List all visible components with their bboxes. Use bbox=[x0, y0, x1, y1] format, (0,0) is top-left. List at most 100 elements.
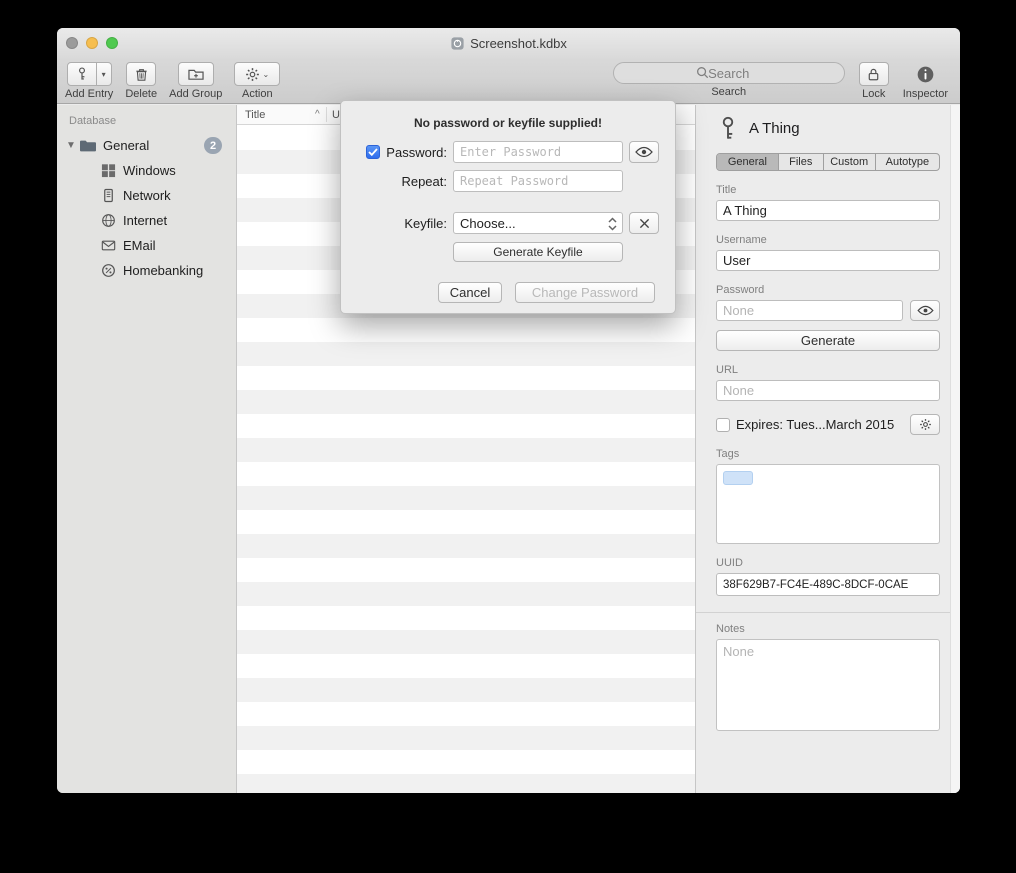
expires-label: Expires: Tues...March 2015 bbox=[736, 417, 894, 432]
tab-custom[interactable]: Custom bbox=[824, 154, 876, 170]
uuid-label: UUID bbox=[716, 557, 940, 569]
add-entry-button[interactable] bbox=[67, 62, 97, 86]
keyfile-label: Keyfile: bbox=[404, 216, 447, 231]
sidebar-item-internet[interactable]: Internet bbox=[57, 208, 236, 233]
inspector-label: Inspector bbox=[903, 88, 948, 100]
add-entry-dropdown[interactable]: ▾ bbox=[97, 62, 112, 86]
username-label: Username bbox=[716, 234, 940, 246]
sidebar: Database ▼ General 2 Windows Networ bbox=[57, 105, 237, 793]
action-button[interactable]: ⌄ bbox=[234, 62, 280, 86]
app-window: Screenshot.kdbx ▾ Add Entry bbox=[57, 28, 960, 793]
password-field[interactable] bbox=[716, 300, 903, 321]
globe-icon bbox=[101, 213, 116, 228]
change-password-dialog: No password or keyfile supplied! Passwor… bbox=[340, 100, 676, 314]
folder-plus-icon bbox=[187, 67, 205, 82]
inspector-panel: A Thing General Files Custom Autotype Ti… bbox=[695, 105, 960, 793]
title-label: Title bbox=[716, 184, 940, 196]
toolbar: ▾ Add Entry Delete Add Group bbox=[57, 58, 960, 104]
clear-keyfile-button[interactable] bbox=[629, 212, 659, 234]
cancel-button[interactable]: Cancel bbox=[438, 282, 502, 303]
add-group-button[interactable] bbox=[178, 62, 214, 86]
keyfile-select[interactable]: Choose... bbox=[453, 212, 623, 234]
sidebar-group-general[interactable]: ▼ General 2 bbox=[57, 133, 236, 158]
window-title: Screenshot.kdbx bbox=[470, 36, 567, 51]
network-icon bbox=[101, 188, 116, 203]
tab-autotype[interactable]: Autotype bbox=[876, 154, 939, 170]
app-icon bbox=[450, 36, 465, 51]
tag-token[interactable] bbox=[723, 471, 753, 485]
search-input[interactable] bbox=[613, 62, 845, 84]
tags-field[interactable] bbox=[716, 464, 940, 544]
traffic-lights bbox=[66, 37, 118, 49]
tab-general[interactable]: General bbox=[717, 154, 779, 170]
percent-coin-icon bbox=[101, 263, 116, 278]
expires-checkbox[interactable] bbox=[716, 418, 730, 432]
inspector-tabs: General Files Custom Autotype bbox=[716, 153, 940, 171]
keyfile-selected-value: Choose... bbox=[460, 216, 516, 231]
inspector-scrollbar[interactable] bbox=[950, 105, 960, 793]
close-button[interactable] bbox=[66, 37, 78, 49]
sidebar-item-email[interactable]: EMail bbox=[57, 233, 236, 258]
add-entry-label: Add Entry bbox=[65, 88, 113, 100]
lock-button[interactable] bbox=[859, 62, 889, 86]
sidebar-item-homebanking[interactable]: Homebanking bbox=[57, 258, 236, 283]
column-divider[interactable] bbox=[326, 107, 327, 122]
delete-button[interactable] bbox=[126, 62, 156, 86]
tags-label: Tags bbox=[716, 448, 940, 460]
sidebar-item-windows[interactable]: Windows bbox=[57, 158, 236, 183]
disclosure-triangle-icon[interactable]: ▼ bbox=[63, 140, 79, 151]
sidebar-item-label: Windows bbox=[123, 163, 176, 178]
chevron-down-icon: ▾ bbox=[102, 70, 106, 79]
trash-icon bbox=[134, 67, 149, 82]
uuid-field[interactable] bbox=[716, 573, 940, 596]
dialog-message: No password or keyfile supplied! bbox=[341, 116, 675, 130]
new-password-input[interactable] bbox=[453, 141, 623, 163]
column-header-title[interactable]: Title bbox=[237, 109, 265, 121]
sidebar-header: Database bbox=[57, 111, 236, 133]
change-password-button[interactable]: Change Password bbox=[515, 282, 655, 303]
close-icon bbox=[639, 218, 650, 229]
windows-icon bbox=[101, 163, 116, 178]
tab-files[interactable]: Files bbox=[779, 154, 824, 170]
expiry-settings-button[interactable] bbox=[910, 414, 940, 435]
generate-keyfile-button[interactable]: Generate Keyfile bbox=[453, 242, 623, 262]
generate-password-button[interactable]: Generate bbox=[716, 330, 940, 351]
search-label: Search bbox=[711, 86, 746, 98]
folder-icon bbox=[79, 139, 97, 153]
padlock-icon bbox=[866, 67, 881, 82]
url-field[interactable] bbox=[716, 380, 940, 401]
eye-icon bbox=[917, 305, 934, 316]
inspector-button[interactable] bbox=[916, 62, 935, 86]
password-label: Password: bbox=[386, 145, 447, 160]
sidebar-item-label: EMail bbox=[123, 238, 156, 253]
info-icon bbox=[916, 65, 935, 84]
notes-label: Notes bbox=[716, 623, 940, 635]
sort-ascending-icon: ^ bbox=[315, 109, 320, 120]
sidebar-item-label: Network bbox=[123, 188, 171, 203]
lock-label: Lock bbox=[862, 88, 885, 100]
title-field[interactable] bbox=[716, 200, 940, 221]
add-group-label: Add Group bbox=[169, 88, 222, 100]
check-icon bbox=[368, 148, 378, 156]
password-checkbox[interactable] bbox=[366, 145, 380, 159]
envelope-icon bbox=[101, 238, 116, 253]
url-label: URL bbox=[716, 364, 940, 376]
sidebar-group-label: General bbox=[103, 138, 149, 153]
key-icon bbox=[716, 115, 740, 141]
sidebar-item-label: Internet bbox=[123, 213, 167, 228]
minimize-button[interactable] bbox=[86, 37, 98, 49]
delete-label: Delete bbox=[125, 88, 157, 100]
reveal-password-button[interactable] bbox=[910, 300, 940, 321]
gear-icon bbox=[245, 67, 260, 82]
reveal-password-button[interactable] bbox=[629, 141, 659, 163]
sidebar-item-label: Homebanking bbox=[123, 263, 203, 278]
divider bbox=[696, 612, 960, 613]
notes-field[interactable] bbox=[716, 639, 940, 731]
key-icon bbox=[74, 66, 90, 82]
sidebar-item-network[interactable]: Network bbox=[57, 183, 236, 208]
zoom-button[interactable] bbox=[106, 37, 118, 49]
entry-count-badge: 2 bbox=[204, 137, 222, 154]
password-label: Password bbox=[716, 284, 940, 296]
repeat-password-input[interactable] bbox=[453, 170, 623, 192]
username-field[interactable] bbox=[716, 250, 940, 271]
